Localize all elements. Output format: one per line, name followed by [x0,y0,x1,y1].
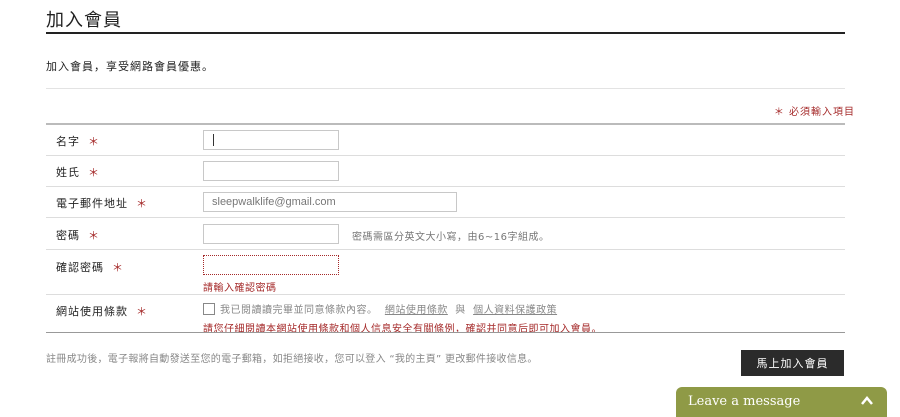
page-title: 加入會員 [46,10,122,31]
required-mark: ＊ [88,135,100,148]
intro-divider [46,88,845,89]
email-row: 電子郵件地址 ＊ [46,187,845,218]
required-mark: ＊ [88,166,100,179]
email-input[interactable] [203,192,457,212]
required-mark: ＊ [136,197,148,210]
required-note: ＊ 必須輸入項目 [773,107,855,118]
form-bottom-divider [46,332,845,333]
required-mark: ＊ [88,229,100,242]
chat-widget[interactable]: Leave a message [676,387,887,417]
terms-label: 網站使用條款 [56,305,128,318]
chat-label: Leave a message [688,394,801,409]
required-mark: ＊ [136,305,148,318]
confirm-password-error: 請輸入確認密碼 [203,283,277,294]
password-row: 密碼 ＊ 密碼需區分英文大小寫，由6~16字組成。 [46,218,845,250]
confirm-password-label: 確認密碼 [56,261,104,274]
last-name-input[interactable] [203,161,339,181]
terms-checkbox[interactable] [203,303,215,315]
first-name-label: 名字 [56,135,80,148]
first-name-row: 名字 ＊ [46,125,845,156]
required-mark: ＊ [112,261,124,274]
password-label: 密碼 [56,229,80,242]
email-label: 電子郵件地址 [56,197,128,210]
password-hint: 密碼需區分英文大小寫，由6~16字組成。 [352,232,550,243]
last-name-row: 姓氏 ＊ [46,156,845,187]
first-name-input[interactable] [203,130,339,150]
password-input[interactable] [203,224,339,244]
signup-form: 名字 ＊ 姓氏 ＊ 電子郵件地址 ＊ 密碼 ＊ 密碼需區分英文大小寫，由6~16字組成。… [46,123,845,335]
confirm-password-row: 確認密碼 ＊ 請輸入確認密碼 [46,250,845,295]
last-name-label: 姓氏 [56,166,80,179]
confirm-password-input[interactable] [203,255,339,275]
text-caret [213,134,214,146]
chevron-up-icon[interactable] [859,393,875,409]
terms-of-use-link[interactable]: 網站使用條款 [385,305,448,316]
footer-note: 註冊成功後，電子報將自動發送至您的電子郵箱，如拒絕接收，您可以登入 “我的主頁”… [46,354,538,365]
join-button[interactable]: 馬上加入會員 [741,350,844,376]
privacy-policy-link[interactable]: 個人資料保護政策 [473,305,557,316]
terms-conjunction: 與 [455,305,466,316]
title-divider [46,32,845,34]
intro-text: 加入會員，享受網路會員優惠。 [46,60,214,73]
terms-row: 網站使用條款 ＊ 我已閱讀讀完畢並同意條款內容。 網站使用條款 與 個人資料保護政… [46,295,845,335]
terms-agree-text: 我已閱讀讀完畢並同意條款內容。 [220,305,378,316]
